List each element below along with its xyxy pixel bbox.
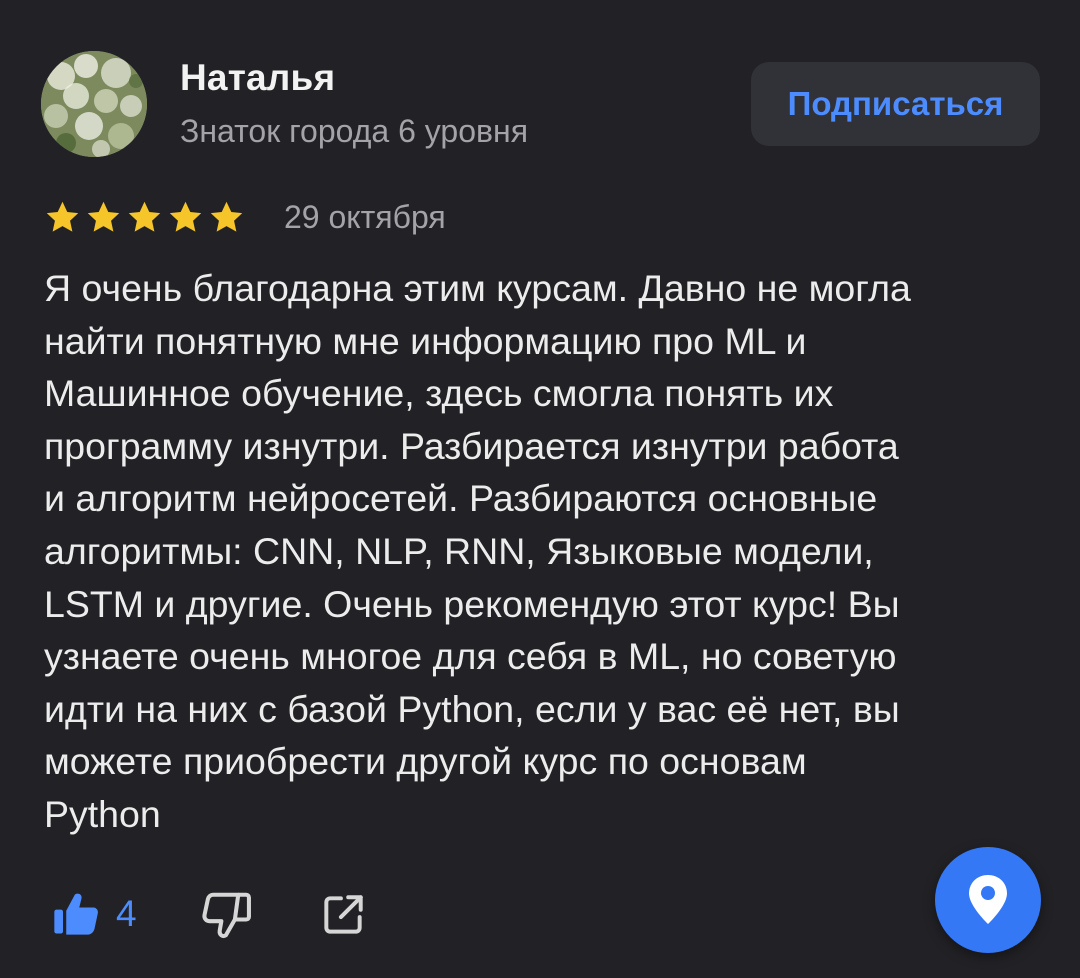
subscribe-button[interactable]: Подписаться (751, 62, 1040, 146)
star-icon (210, 201, 243, 232)
author-name[interactable]: Наталья (180, 57, 335, 99)
thumbs-down-icon (202, 892, 251, 939)
like-count: 4 (116, 893, 137, 934)
avatar[interactable] (41, 51, 147, 157)
review-text: Я очень благодарна этим курсам. Давно не… (44, 267, 911, 835)
review-card: Наталья Знаток города 6 уровня Подписать… (0, 0, 1080, 978)
like-button[interactable]: 4 (50, 888, 137, 940)
thumbs-up-icon (54, 893, 98, 935)
star-icon (169, 201, 202, 232)
share-button[interactable] (318, 890, 368, 945)
star-icon (128, 201, 161, 232)
star-icon (46, 201, 79, 232)
map-pin-icon (969, 875, 1007, 924)
avatar-image (41, 51, 147, 157)
star-icon (87, 201, 120, 232)
map-fab-button[interactable] (935, 847, 1041, 953)
share-icon (324, 895, 363, 934)
author-level: Знаток города 6 уровня (180, 113, 529, 149)
rating-stars (44, 199, 245, 236)
dislike-button[interactable] (200, 888, 254, 947)
review-date: 29 октября (284, 199, 446, 235)
